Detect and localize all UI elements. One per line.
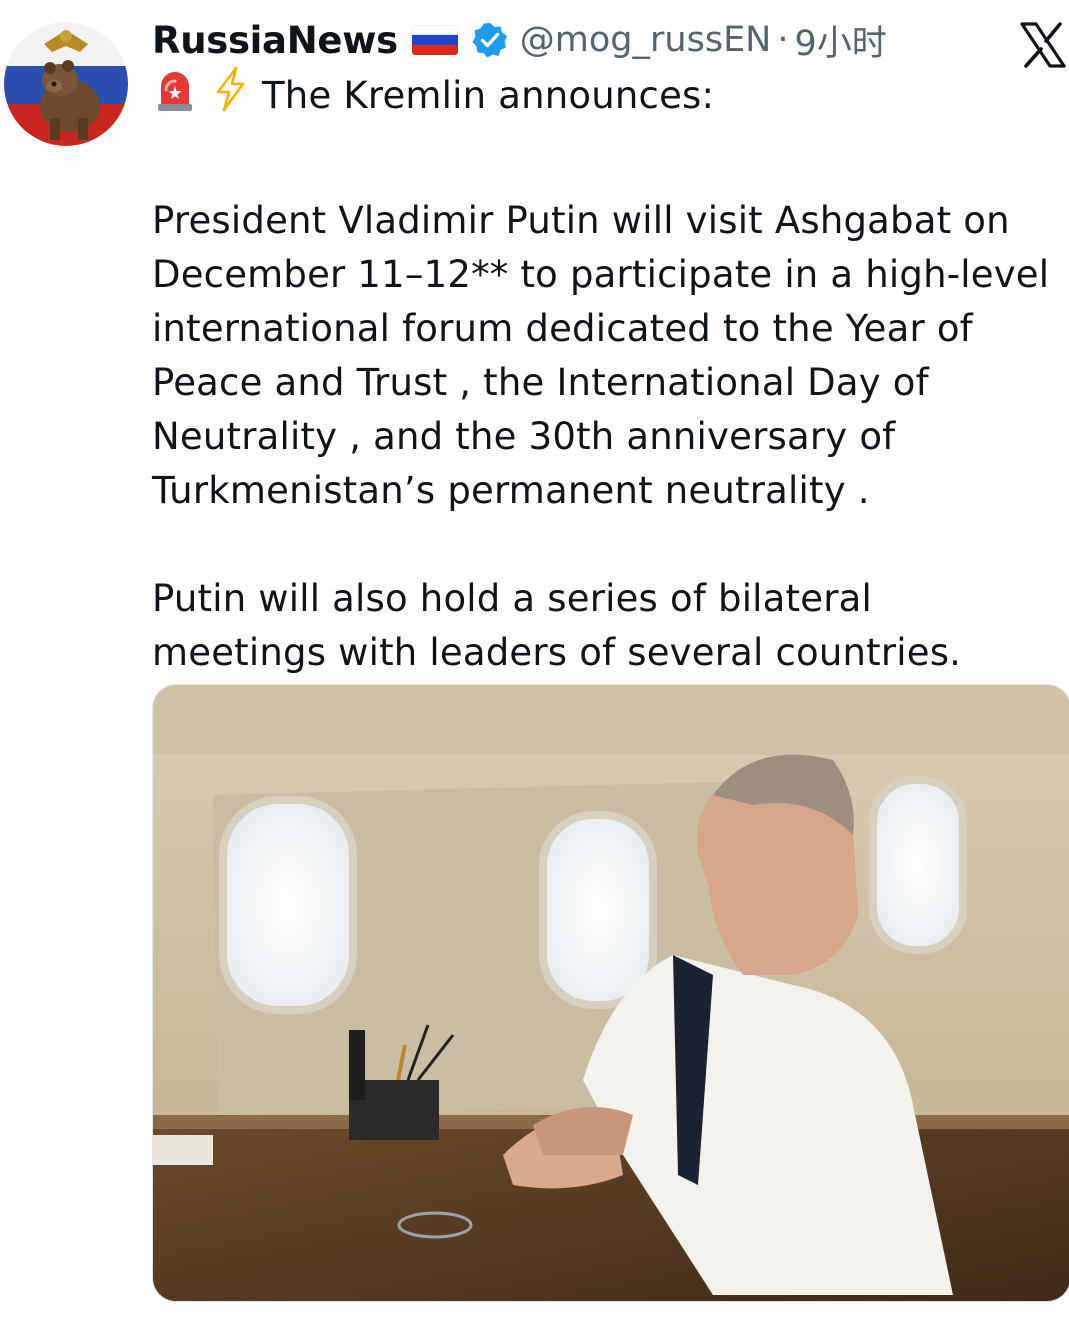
paragraph1-line: Neutrality , and the 30th anniversary of (152, 415, 896, 458)
police-light-icon (152, 66, 198, 127)
russia-flag-icon (411, 25, 458, 55)
paragraph2-line: Putin will also hold a series of bilater… (152, 577, 872, 620)
post-headline: The Kremlin announces: (262, 74, 715, 117)
post-photo[interactable] (152, 684, 1069, 1302)
paragraph1-line: December 11–12** to participate in a hig… (152, 253, 1050, 296)
paragraph1-line: President Vladimir Putin will visit Ashg… (152, 199, 1010, 242)
paragraph1-line: international forum dedicated to the Yea… (152, 307, 973, 350)
tweet[interactable]: RussiaNews @mog_russEN · 9小时 The Kremlin… (0, 0, 1069, 1321)
tweet-text: The Kremlin announces: President Vladimi… (152, 66, 1057, 680)
paragraph2-line: meetings with leaders of several countri… (152, 631, 962, 674)
user-handle[interactable]: @mog_russEN (520, 20, 772, 60)
avatar[interactable] (4, 22, 128, 146)
lightning-icon (212, 66, 248, 127)
paragraph1-line: Peace and Trust , the International Day … (152, 361, 929, 404)
separator-dot: · (777, 20, 789, 60)
timestamp[interactable]: 9小时 (795, 15, 887, 66)
tweet-header: RussiaNews @mog_russEN · 9小时 (152, 14, 887, 66)
x-logo-icon[interactable] (1018, 20, 1068, 70)
paragraph1-line: Turkmenistan’s permanent neutrality . (152, 469, 870, 512)
display-name[interactable]: RussiaNews (152, 19, 398, 62)
verified-badge-icon[interactable] (472, 22, 508, 58)
